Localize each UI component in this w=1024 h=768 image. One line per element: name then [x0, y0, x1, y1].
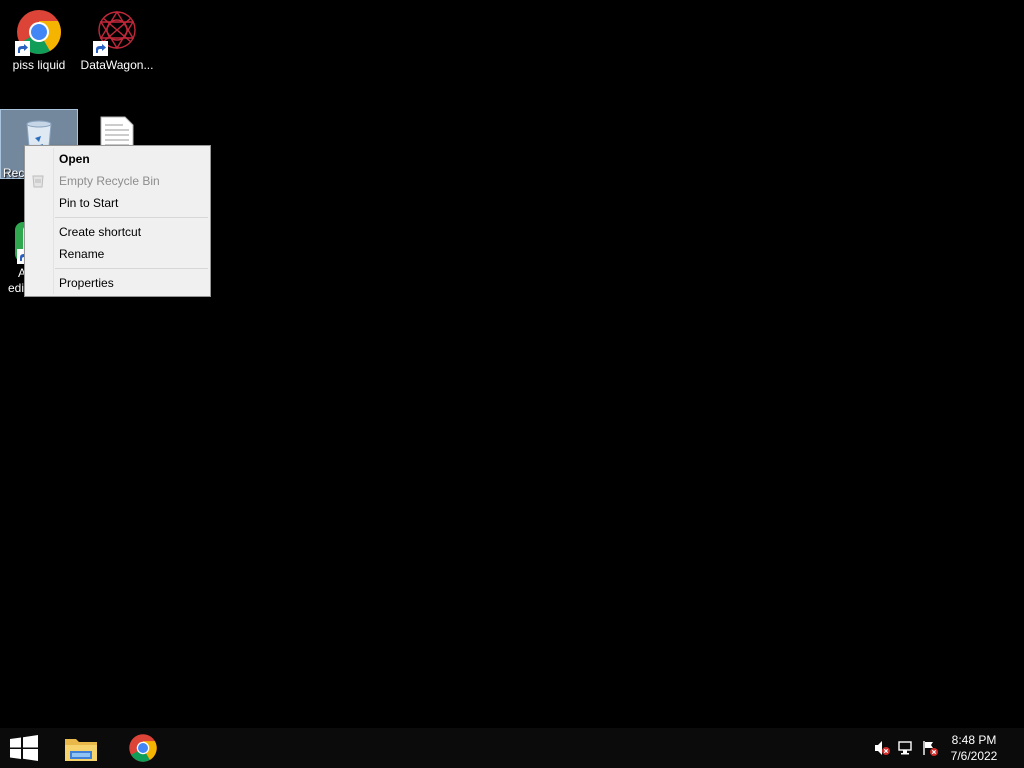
menu-separator — [55, 268, 208, 269]
menu-item-properties[interactable]: Properties — [25, 272, 210, 294]
tray-clock[interactable]: 8:48 PM 7/6/2022 — [944, 732, 1004, 764]
empty-recycle-bin-icon — [30, 173, 46, 189]
menu-item-empty-recycle-bin[interactable]: Empty Recycle Bin — [25, 170, 210, 192]
desktop-icon-datawagon[interactable]: DataWagon... — [78, 2, 156, 73]
menu-item-label: Rename — [59, 247, 105, 261]
taskbar-file-explorer-button[interactable] — [56, 728, 106, 768]
action-center-flag-icon[interactable] — [922, 740, 938, 756]
desktop-icon-label: piss liquid — [12, 58, 66, 72]
context-menu: Open Empty Recycle Bin Pin to Start Crea… — [24, 145, 211, 297]
windows-logo-icon — [10, 735, 38, 761]
network-error-icon[interactable] — [898, 740, 914, 756]
menu-separator — [55, 217, 208, 218]
clock-time: 8:48 PM — [951, 733, 997, 747]
shortcut-arrow-icon — [15, 41, 30, 56]
menu-item-label: Pin to Start — [59, 196, 119, 210]
desktop-icon-piss-liquid[interactable]: piss liquid — [0, 2, 78, 73]
desktop-icon-label: DataWagon... — [80, 58, 154, 72]
taskbar: 8:48 PM 7/6/2022 — [0, 728, 1024, 768]
menu-item-open[interactable]: Open — [25, 148, 210, 170]
menu-item-pin-to-start[interactable]: Pin to Start — [25, 192, 210, 214]
menu-item-label: Properties — [59, 276, 114, 290]
clock-date: 7/6/2022 — [950, 749, 998, 763]
desktop[interactable]: piss liquid DataWagon... Recy A edi Open… — [0, 0, 1024, 728]
menu-item-rename[interactable]: Rename — [25, 243, 210, 265]
menu-item-label: Empty Recycle Bin — [59, 174, 160, 188]
menu-item-create-shortcut[interactable]: Create shortcut — [25, 221, 210, 243]
start-button[interactable] — [0, 728, 48, 768]
shortcut-arrow-icon — [93, 41, 108, 56]
menu-item-label: Create shortcut — [59, 225, 142, 239]
chrome-icon — [129, 734, 157, 762]
datawagon-icon — [93, 8, 141, 56]
volume-muted-icon[interactable] — [874, 740, 890, 756]
menu-item-label: Open — [59, 152, 90, 166]
taskbar-chrome-button[interactable] — [118, 728, 168, 768]
chrome-icon — [15, 8, 63, 56]
file-explorer-icon — [65, 739, 97, 761]
